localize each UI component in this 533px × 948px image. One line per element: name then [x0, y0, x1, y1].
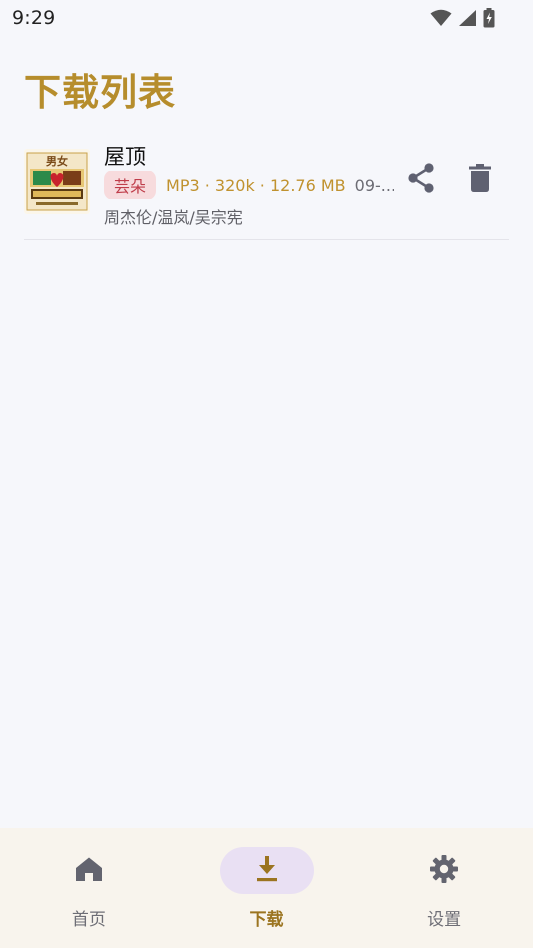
trash-icon: [469, 164, 491, 196]
status-bar: 9:29: [0, 0, 533, 36]
bottom-nav: 首页 下载 设置: [0, 828, 533, 948]
battery-charging-icon: [483, 8, 495, 28]
album-cover-text: 男女: [46, 154, 68, 168]
download-date: 09-...: [354, 175, 394, 195]
nav-label-download: 下载: [249, 910, 284, 930]
share-button[interactable]: [404, 163, 438, 197]
nav-label-settings: 设置: [427, 910, 462, 930]
delete-button[interactable]: [463, 163, 497, 197]
track-artist: 周杰伦/温岚/吴宗宪: [104, 208, 243, 227]
download-icon: [256, 855, 278, 886]
nav-item-home[interactable]: 首页: [0, 828, 178, 948]
screen: 9:29 下载列表 男女 屋顶 芸朵 MP3 · 320k · 12.76 MB…: [0, 0, 533, 948]
source-badge: 芸朵: [104, 171, 157, 199]
track-title: 屋顶: [104, 145, 146, 169]
home-icon: [75, 856, 103, 886]
download-list-item[interactable]: 男女 屋顶 芸朵 MP3 · 320k · 12.76 MB 09-... 周杰…: [24, 136, 509, 240]
nav-icon-container: [397, 847, 491, 894]
album-cover: 男女: [24, 149, 90, 214]
status-icons: [430, 8, 495, 28]
track-meta: 芸朵 MP3 · 320k · 12.76 MB 09-...: [104, 171, 394, 199]
nav-icon-container-active: [219, 847, 314, 894]
cell-signal-icon: [458, 9, 477, 27]
nav-label-home: 首页: [71, 910, 106, 930]
nav-item-settings[interactable]: 设置: [355, 828, 533, 948]
share-icon: [406, 162, 436, 198]
nav-icon-container: [42, 847, 136, 894]
file-info: MP3 · 320k · 12.76 MB: [166, 175, 346, 195]
gear-icon: [429, 854, 459, 888]
status-time: 9:29: [12, 7, 56, 29]
wifi-icon: [430, 9, 452, 27]
page-title: 下载列表: [24, 71, 176, 114]
nav-item-download[interactable]: 下载: [178, 828, 356, 948]
